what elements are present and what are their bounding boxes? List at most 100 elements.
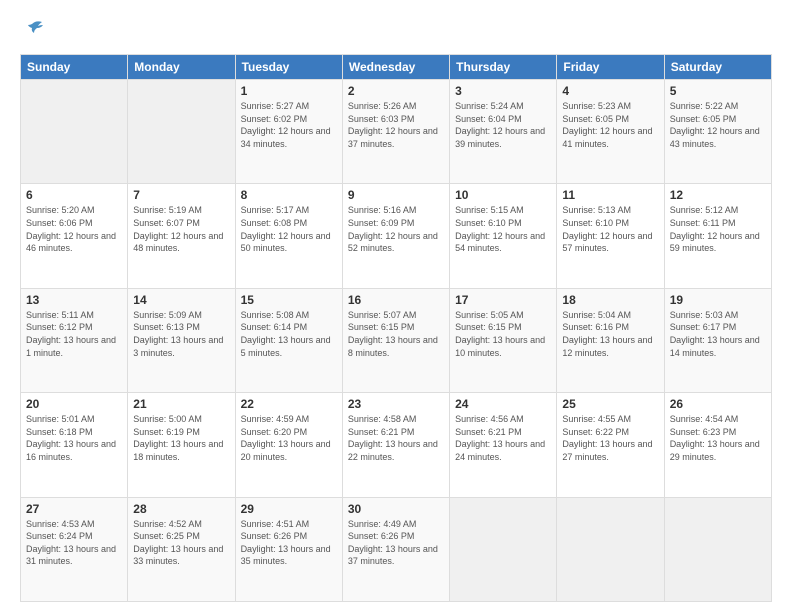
day-number: 8 [241,188,337,202]
calendar-body: 1 Sunrise: 5:27 AM Sunset: 6:02 PM Daylig… [21,80,772,602]
page: Sunday Monday Tuesday Wednesday Thursday… [0,0,792,612]
day-cell: 20 Sunrise: 5:01 AM Sunset: 6:18 PM Dayli… [21,393,128,497]
day-info: Sunrise: 5:12 AM Sunset: 6:11 PM Dayligh… [670,204,766,254]
day-info: Sunrise: 4:56 AM Sunset: 6:21 PM Dayligh… [455,413,551,463]
weekday-row: Sunday Monday Tuesday Wednesday Thursday… [21,55,772,80]
day-info: Sunrise: 5:13 AM Sunset: 6:10 PM Dayligh… [562,204,658,254]
day-cell: 9 Sunrise: 5:16 AM Sunset: 6:09 PM Daylig… [342,184,449,288]
day-info: Sunrise: 5:27 AM Sunset: 6:02 PM Dayligh… [241,100,337,150]
calendar-header: Sunday Monday Tuesday Wednesday Thursday… [21,55,772,80]
day-number: 29 [241,502,337,516]
header [20,18,772,44]
day-info: Sunrise: 5:20 AM Sunset: 6:06 PM Dayligh… [26,204,122,254]
day-cell: 6 Sunrise: 5:20 AM Sunset: 6:06 PM Daylig… [21,184,128,288]
day-info: Sunrise: 4:52 AM Sunset: 6:25 PM Dayligh… [133,518,229,568]
week-row-3: 13 Sunrise: 5:11 AM Sunset: 6:12 PM Dayli… [21,288,772,392]
day-number: 12 [670,188,766,202]
day-number: 22 [241,397,337,411]
day-number: 21 [133,397,229,411]
day-cell: 26Sunrise: 4:54 AM Sunset: 6:23 PM Dayli… [664,393,771,497]
day-number: 26 [670,397,766,411]
day-number: 3 [455,84,551,98]
day-cell [557,497,664,601]
day-info: Sunrise: 5:01 AM Sunset: 6:18 PM Dayligh… [26,413,122,463]
day-info: Sunrise: 5:04 AM Sunset: 6:16 PM Dayligh… [562,309,658,359]
col-wednesday: Wednesday [342,55,449,80]
day-number: 10 [455,188,551,202]
col-thursday: Thursday [450,55,557,80]
day-info: Sunrise: 4:55 AM Sunset: 6:22 PM Dayligh… [562,413,658,463]
day-cell: 22 Sunrise: 4:59 AM Sunset: 6:20 PM Dayli… [235,393,342,497]
day-info: Sunrise: 5:26 AM Sunset: 6:03 PM Dayligh… [348,100,444,150]
day-number: 14 [133,293,229,307]
day-cell [21,80,128,184]
day-cell: 18 Sunrise: 5:04 AM Sunset: 6:16 PM Dayli… [557,288,664,392]
day-cell: 12 Sunrise: 5:12 AM Sunset: 6:11 PM Dayli… [664,184,771,288]
day-number: 1 [241,84,337,98]
day-info: Sunrise: 4:58 AM Sunset: 6:21 PM Dayligh… [348,413,444,463]
day-number: 28 [133,502,229,516]
day-info: Sunrise: 5:22 AM Sunset: 6:05 PM Dayligh… [670,100,766,150]
day-number: 11 [562,188,658,202]
day-cell: 4Sunrise: 5:23 AM Sunset: 6:05 PM Daylig… [557,80,664,184]
day-number: 30 [348,502,444,516]
day-cell: 28 Sunrise: 4:52 AM Sunset: 6:25 PM Dayli… [128,497,235,601]
day-number: 20 [26,397,122,411]
day-cell [128,80,235,184]
day-cell: 24Sunrise: 4:56 AM Sunset: 6:21 PM Dayli… [450,393,557,497]
day-cell: 11 Sunrise: 5:13 AM Sunset: 6:10 PM Dayli… [557,184,664,288]
day-cell [450,497,557,601]
day-info: Sunrise: 5:17 AM Sunset: 6:08 PM Dayligh… [241,204,337,254]
day-number: 18 [562,293,658,307]
day-cell: 29 Sunrise: 4:51 AM Sunset: 6:26 PM Dayli… [235,497,342,601]
calendar-table: Sunday Monday Tuesday Wednesday Thursday… [20,54,772,602]
day-number: 9 [348,188,444,202]
day-info: Sunrise: 5:00 AM Sunset: 6:19 PM Dayligh… [133,413,229,463]
col-friday: Friday [557,55,664,80]
day-number: 17 [455,293,551,307]
week-row-2: 6 Sunrise: 5:20 AM Sunset: 6:06 PM Daylig… [21,184,772,288]
day-info: Sunrise: 5:16 AM Sunset: 6:09 PM Dayligh… [348,204,444,254]
day-cell: 23Sunrise: 4:58 AM Sunset: 6:21 PM Dayli… [342,393,449,497]
day-number: 27 [26,502,122,516]
day-cell: 17Sunrise: 5:05 AM Sunset: 6:15 PM Dayli… [450,288,557,392]
logo [20,18,46,44]
day-info: Sunrise: 5:24 AM Sunset: 6:04 PM Dayligh… [455,100,551,150]
col-saturday: Saturday [664,55,771,80]
day-info: Sunrise: 5:09 AM Sunset: 6:13 PM Dayligh… [133,309,229,359]
day-info: Sunrise: 4:49 AM Sunset: 6:26 PM Dayligh… [348,518,444,568]
day-info: Sunrise: 4:53 AM Sunset: 6:24 PM Dayligh… [26,518,122,568]
day-cell: 10 Sunrise: 5:15 AM Sunset: 6:10 PM Dayli… [450,184,557,288]
day-cell: 3 Sunrise: 5:24 AM Sunset: 6:04 PM Daylig… [450,80,557,184]
day-cell: 5 Sunrise: 5:22 AM Sunset: 6:05 PM Daylig… [664,80,771,184]
day-cell: 15Sunrise: 5:08 AM Sunset: 6:14 PM Dayli… [235,288,342,392]
day-cell: 25Sunrise: 4:55 AM Sunset: 6:22 PM Dayli… [557,393,664,497]
day-info: Sunrise: 5:11 AM Sunset: 6:12 PM Dayligh… [26,309,122,359]
day-cell: 16Sunrise: 5:07 AM Sunset: 6:15 PM Dayli… [342,288,449,392]
day-number: 2 [348,84,444,98]
day-info: Sunrise: 4:51 AM Sunset: 6:26 PM Dayligh… [241,518,337,568]
day-info: Sunrise: 5:03 AM Sunset: 6:17 PM Dayligh… [670,309,766,359]
day-info: Sunrise: 5:07 AM Sunset: 6:15 PM Dayligh… [348,309,444,359]
day-number: 13 [26,293,122,307]
col-monday: Monday [128,55,235,80]
col-tuesday: Tuesday [235,55,342,80]
day-cell: 8 Sunrise: 5:17 AM Sunset: 6:08 PM Daylig… [235,184,342,288]
day-cell: 30 Sunrise: 4:49 AM Sunset: 6:26 PM Dayli… [342,497,449,601]
day-info: Sunrise: 5:15 AM Sunset: 6:10 PM Dayligh… [455,204,551,254]
week-row-1: 1 Sunrise: 5:27 AM Sunset: 6:02 PM Daylig… [21,80,772,184]
week-row-4: 20 Sunrise: 5:01 AM Sunset: 6:18 PM Dayli… [21,393,772,497]
day-number: 15 [241,293,337,307]
day-number: 7 [133,188,229,202]
day-info: Sunrise: 4:59 AM Sunset: 6:20 PM Dayligh… [241,413,337,463]
day-info: Sunrise: 5:23 AM Sunset: 6:05 PM Dayligh… [562,100,658,150]
day-cell: 21 Sunrise: 5:00 AM Sunset: 6:19 PM Dayli… [128,393,235,497]
week-row-5: 27 Sunrise: 4:53 AM Sunset: 6:24 PM Dayli… [21,497,772,601]
col-sunday: Sunday [21,55,128,80]
day-number: 6 [26,188,122,202]
day-number: 5 [670,84,766,98]
day-number: 19 [670,293,766,307]
day-cell: 13 Sunrise: 5:11 AM Sunset: 6:12 PM Dayli… [21,288,128,392]
day-cell [664,497,771,601]
day-cell: 27 Sunrise: 4:53 AM Sunset: 6:24 PM Dayli… [21,497,128,601]
